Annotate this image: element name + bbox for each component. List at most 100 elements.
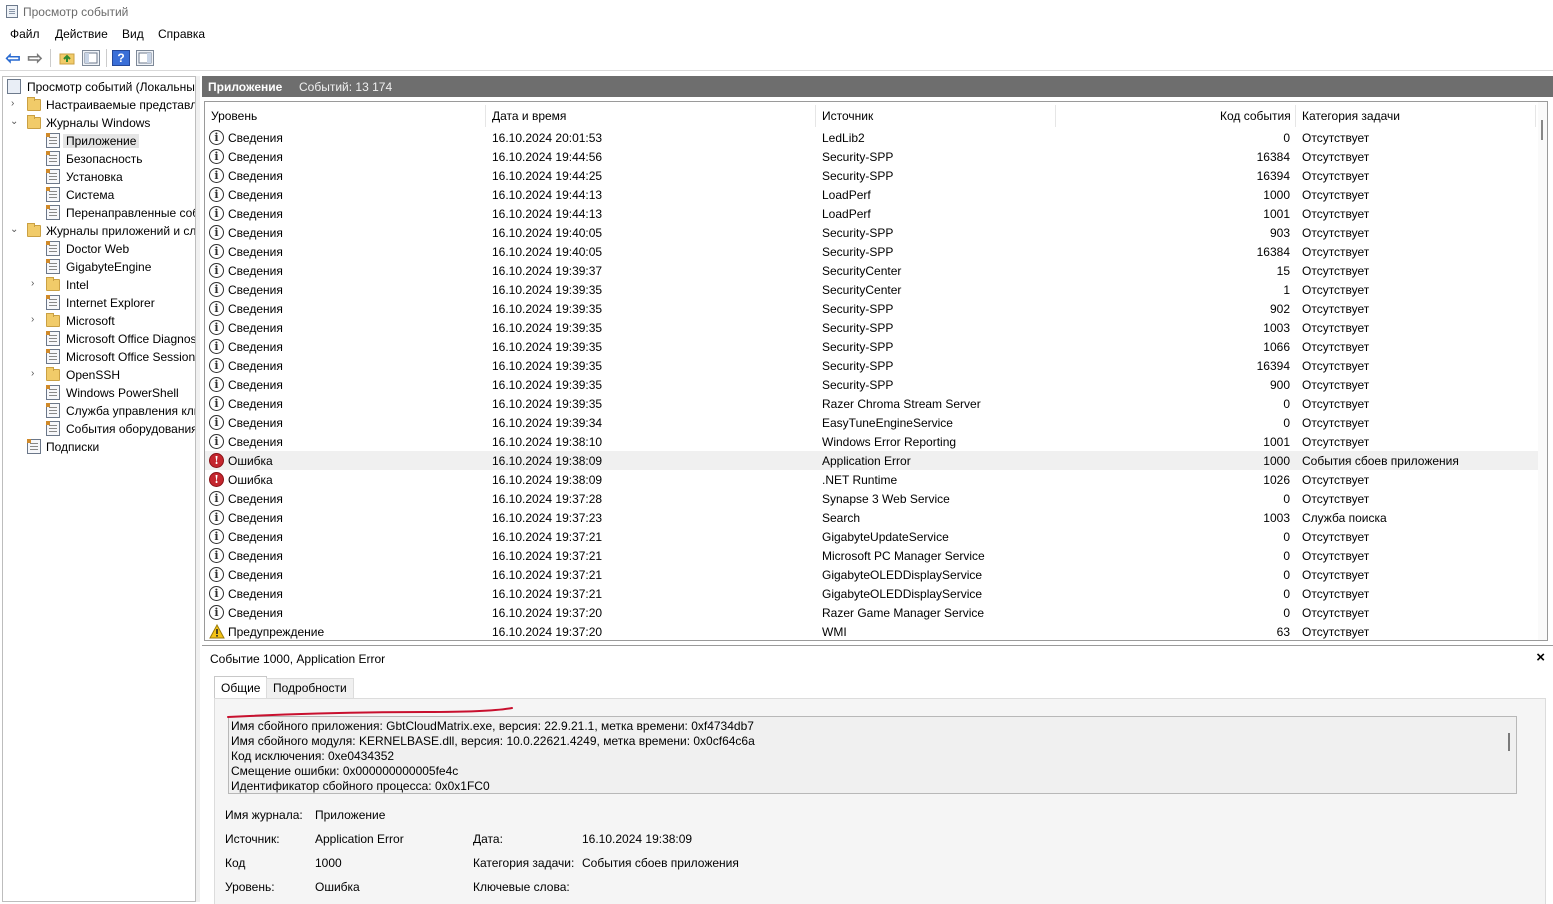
tree-node-label: Intel <box>66 278 89 292</box>
close-icon[interactable]: × <box>1536 649 1545 666</box>
column-task[interactable]: Категория задачи <box>1302 109 1400 123</box>
up-folder-icon[interactable] <box>58 50 76 66</box>
table-row[interactable]: ! Ошибка 16.10.2024 19:38:09 .NET Runtime 10… <box>205 470 1539 489</box>
table-row[interactable]: i Сведения 16.10.2024 19:37:21 GigabyteOLED… <box>205 565 1539 584</box>
column-source[interactable]: Источник <box>822 109 873 123</box>
table-row[interactable]: i Сведения 16.10.2024 19:39:35 Security-SPP… <box>205 318 1539 337</box>
menu-action[interactable]: Действие <box>55 27 108 41</box>
table-row[interactable]: i Сведения 16.10.2024 19:37:21 GigabyteUpda… <box>205 527 1539 546</box>
column-divider[interactable] <box>815 105 816 127</box>
table-row[interactable]: i Сведения 16.10.2024 19:37:21 Microsoft PC… <box>205 546 1539 565</box>
column-level[interactable]: Уровень <box>211 109 257 123</box>
log-header: Приложение Событий: 13 174 <box>202 76 1553 97</box>
event-detail-header: Событие 1000, Application Error <box>210 652 386 666</box>
show-action-pane-icon[interactable] <box>136 50 154 66</box>
chevron-right-icon[interactable]: › <box>31 279 41 289</box>
table-row[interactable]: i Сведения 16.10.2024 19:44:13 LoadPerf 1001… <box>205 204 1539 223</box>
tree-node-setup[interactable]: Установка <box>5 168 195 186</box>
tree-node-intel[interactable]: › Intel <box>5 276 195 294</box>
tree-node-windows-logs[interactable]: ⌄ Журналы Windows <box>5 114 195 132</box>
chevron-right-icon[interactable]: › <box>11 99 21 109</box>
table-row[interactable]: i Сведения 16.10.2024 19:39:35 Security-SPP… <box>205 356 1539 375</box>
tree-node-ms-office-diag[interactable]: Microsoft Office Diagnostics <box>5 330 195 348</box>
task-value: События сбоев приложения <box>582 856 739 870</box>
cell-datetime: 16.10.2024 19:37:21 <box>492 530 603 544</box>
table-row[interactable]: Предупреждение 16.10.2024 19:37:20 WMI 63 От… <box>205 622 1539 640</box>
tree-node-internet-explorer[interactable]: Internet Explorer <box>5 294 195 312</box>
pane-splitter[interactable] <box>196 76 200 902</box>
table-row[interactable]: i Сведения 16.10.2024 19:39:37 SecurityCent… <box>205 261 1539 280</box>
tree-node-custom-views[interactable]: › Настраиваемые представления <box>5 96 195 114</box>
table-row[interactable]: i Сведения 16.10.2024 19:44:13 LoadPerf 1000… <box>205 185 1539 204</box>
tree-node-subscriptions[interactable]: Подписки <box>5 438 195 456</box>
tree-node-key-mgmt[interactable]: Служба управления ключами <box>5 402 195 420</box>
table-row[interactable]: i Сведения 16.10.2024 19:38:10 Windows Erro… <box>205 432 1539 451</box>
description-line: Идентификатор сбойного процесса: 0x0x1FC… <box>231 779 490 793</box>
cell-task: События сбоев приложения <box>1302 454 1459 468</box>
chevron-right-icon[interactable]: › <box>31 315 41 325</box>
chevron-down-icon[interactable]: ⌄ <box>10 117 20 127</box>
cell-source: Windows Error Reporting <box>822 435 957 449</box>
title-bar: Просмотр событий <box>0 0 1553 24</box>
tree-node-app-services-logs[interactable]: ⌄ Журналы приложений и служб <box>5 222 195 240</box>
tree-node-doctor-web[interactable]: Doctor Web <box>5 240 195 258</box>
tree-node-application[interactable]: Приложение <box>5 132 195 150</box>
table-row[interactable]: i Сведения 16.10.2024 19:44:25 Security-SPP… <box>205 166 1539 185</box>
log-icon <box>46 241 60 256</box>
column-divider[interactable] <box>1295 105 1296 127</box>
back-arrow-icon[interactable]: ⇦ <box>4 49 22 67</box>
chevron-right-icon[interactable]: › <box>31 369 41 379</box>
forward-arrow-icon[interactable]: ⇨ <box>26 49 44 67</box>
table-row[interactable]: i Сведения 16.10.2024 19:39:35 Security-SPP… <box>205 375 1539 394</box>
menu-file[interactable]: Файл <box>10 27 40 41</box>
menu-help[interactable]: Справка <box>158 27 205 41</box>
log-icon <box>46 349 60 364</box>
menu-view[interactable]: Вид <box>122 27 144 41</box>
table-row[interactable]: i Сведения 16.10.2024 19:40:05 Security-SPP… <box>205 242 1539 261</box>
tree-node-ms-office-sessions[interactable]: Microsoft Office Sessions <box>5 348 195 366</box>
show-hide-tree-icon[interactable] <box>82 50 100 66</box>
table-row[interactable]: i Сведения 16.10.2024 19:37:20 Razer Game M… <box>205 603 1539 622</box>
tree-node-root[interactable]: Просмотр событий (Локальный) <box>5 78 195 96</box>
info-icon: i <box>209 187 224 202</box>
scrollbar-thumb[interactable] <box>1541 120 1543 140</box>
tree-node-gigabyte-engine[interactable]: GigabyteEngine <box>5 258 195 276</box>
column-datetime[interactable]: Дата и время <box>492 109 566 123</box>
description-scrollbar[interactable] <box>1508 733 1510 751</box>
tab-details[interactable]: Подробности <box>266 678 354 698</box>
column-divider[interactable] <box>1055 105 1056 127</box>
table-row[interactable]: i Сведения 16.10.2024 20:01:53 LedLib2 0 Отсу… <box>205 128 1539 147</box>
table-scrollbar[interactable] <box>1538 102 1547 640</box>
tree-node-openssh[interactable]: › OpenSSH <box>5 366 195 384</box>
table-row[interactable]: i Сведения 16.10.2024 19:37:21 GigabyteOLED… <box>205 584 1539 603</box>
table-row[interactable]: i Сведения 16.10.2024 19:40:05 Security-SPP… <box>205 223 1539 242</box>
chevron-down-icon[interactable]: ⌄ <box>10 225 20 235</box>
table-row[interactable]: ! Ошибка 16.10.2024 19:38:09 Application Er… <box>205 451 1539 470</box>
cell-source: Security-SPP <box>822 302 894 316</box>
tree-node-microsoft[interactable]: › Microsoft <box>5 312 195 330</box>
tree-node-system[interactable]: Система <box>5 186 195 204</box>
table-row[interactable]: i Сведения 16.10.2024 19:39:35 Security-SPP… <box>205 337 1539 356</box>
tab-general[interactable]: Общие <box>214 676 268 698</box>
table-row[interactable]: i Сведения 16.10.2024 19:44:56 Security-SPP… <box>205 147 1539 166</box>
column-divider[interactable] <box>485 105 486 127</box>
tree-node-powershell[interactable]: Windows PowerShell <box>5 384 195 402</box>
tree-node-forwarded[interactable]: Перенаправленные события <box>5 204 195 222</box>
table-row[interactable]: i Сведения 16.10.2024 19:37:23 Search 1003 Сл… <box>205 508 1539 527</box>
table-row[interactable]: i Сведения 16.10.2024 19:39:34 EasyTuneEngi… <box>205 413 1539 432</box>
help-icon[interactable]: ? <box>112 50 130 66</box>
cell-source: EasyTuneEngineService <box>822 416 953 430</box>
tree-node-security[interactable]: Безопасность <box>5 150 195 168</box>
column-divider[interactable] <box>1535 105 1536 127</box>
table-row[interactable]: i Сведения 16.10.2024 19:39:35 Razer Chroma… <box>205 394 1539 413</box>
table-row[interactable]: i Сведения 16.10.2024 19:39:35 Security-SPP… <box>205 299 1539 318</box>
event-description[interactable]: Имя сбойного приложения: GbtCloudMatrix.… <box>228 716 1517 794</box>
table-row[interactable]: i Сведения 16.10.2024 19:37:28 Synapse 3 We… <box>205 489 1539 508</box>
cell-datetime: 16.10.2024 19:37:21 <box>492 549 603 563</box>
table-row[interactable]: i Сведения 16.10.2024 19:39:35 SecurityCent… <box>205 280 1539 299</box>
cell-source: GigabyteOLEDDisplayService <box>822 587 983 601</box>
column-event-id[interactable]: Код события <box>1220 109 1291 123</box>
tree-node-hw-events[interactable]: События оборудования <box>5 420 195 438</box>
tree-node-label: Microsoft <box>66 314 115 328</box>
info-icon: i <box>209 358 224 373</box>
